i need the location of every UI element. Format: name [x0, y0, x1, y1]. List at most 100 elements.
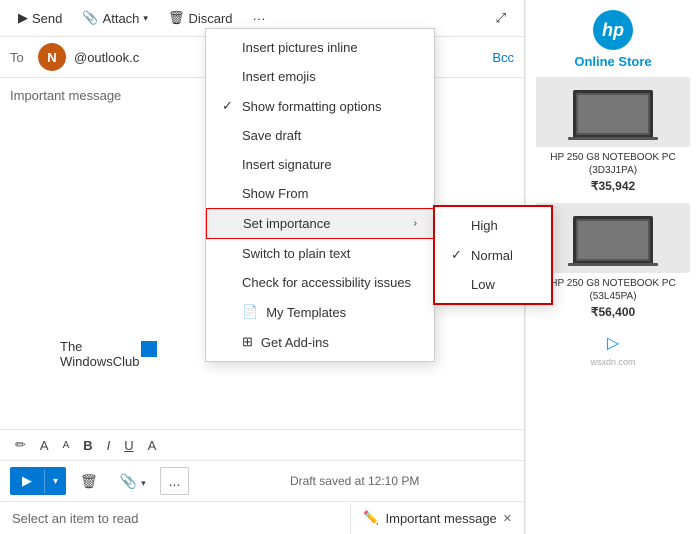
avatar: N: [38, 43, 66, 71]
popout-button[interactable]: ⤢: [488, 6, 514, 30]
menu-item-show-formatting[interactable]: ✓ Show formatting options: [206, 91, 434, 121]
discard-button[interactable]: 🗑 Discard: [160, 6, 241, 30]
app-container: ▶ Send 📎 Attach ▾ 🗑 Discard ··· ⤢ To: [0, 0, 700, 534]
high-label: High: [471, 218, 498, 233]
product-name-2: HP 250 G8 NOTEBOOK PC (53L45PA): [536, 277, 690, 303]
wc-name: WindowsClub: [60, 354, 139, 369]
save-draft-label: Save draft: [242, 128, 301, 143]
laptop-svg-2: [568, 211, 658, 266]
send-main[interactable]: ▶: [10, 467, 44, 495]
menu-item-my-templates[interactable]: 📄 My Templates: [206, 297, 434, 327]
no-check-8: [222, 246, 238, 261]
no-check-11: [222, 335, 238, 350]
no-check-6: [222, 186, 238, 201]
no-check-10: [222, 305, 238, 320]
draft-status: Draft saved at 12:10 PM: [195, 474, 514, 488]
submenu-item-low[interactable]: Low: [435, 270, 551, 299]
imp-tab-close-button[interactable]: ✕: [503, 512, 512, 525]
templates-icon: 📄: [242, 304, 258, 320]
attach-action-button[interactable]: 📎 ▾: [112, 468, 154, 495]
no-check-high: [451, 218, 467, 233]
send-button[interactable]: ▶ Send: [10, 6, 70, 30]
bcc-link[interactable]: Bcc: [492, 50, 514, 65]
select-item-label: Select an item to read: [0, 503, 351, 534]
product-card-1: HP 250 G8 NOTEBOOK PC (3D3J1PA) ₹35,942: [536, 77, 690, 193]
more-action-button[interactable]: ...: [160, 467, 190, 495]
my-templates-label: My Templates: [266, 305, 346, 320]
format-italic-button[interactable]: I: [102, 435, 116, 456]
format-color-button[interactable]: A: [143, 435, 162, 456]
no-check-9: [222, 275, 238, 290]
format-toolbar: ✏ A A B I U A: [0, 429, 524, 460]
no-check-low: [451, 277, 467, 292]
check-normal: ✓: [451, 247, 467, 263]
discard-label: Discard: [188, 11, 232, 26]
discard-icon: 🗑: [168, 10, 185, 26]
no-check-4: [222, 128, 238, 143]
attach-button[interactable]: 📎 Attach ▾: [74, 6, 156, 30]
attach-icon: 📎: [82, 10, 98, 26]
delete-action-button[interactable]: 🗑: [72, 468, 106, 495]
no-check-1: [222, 40, 238, 55]
imp-tab-icon: ✏️: [363, 510, 379, 526]
menu-item-insert-pictures[interactable]: Insert pictures inline: [206, 33, 434, 62]
submenu-item-high[interactable]: High: [435, 211, 551, 240]
product-img-2: [536, 203, 690, 273]
accessibility-label: Check for accessibility issues: [242, 275, 411, 290]
menu-item-get-addins[interactable]: ⊞ Get Add-ins: [206, 327, 434, 357]
set-importance-label: Set importance: [243, 216, 330, 231]
watermark: wsxdn.com: [590, 357, 635, 367]
more-icon: ···: [253, 11, 266, 26]
normal-label: Normal: [471, 248, 513, 263]
get-addins-label: Get Add-ins: [261, 335, 329, 350]
menu-item-switch-plain[interactable]: Switch to plain text: [206, 239, 434, 268]
laptop-svg-1: [568, 85, 658, 140]
send-icon: ▶: [18, 10, 28, 26]
no-check-2: [222, 69, 238, 84]
send-arrow-icon: ▶: [22, 473, 32, 489]
attach-label: Attach: [103, 11, 140, 26]
menu-item-save-draft[interactable]: Save draft: [206, 121, 434, 150]
toolbar-more-button[interactable]: ···: [245, 7, 274, 30]
product-card-2: HP 250 G8 NOTEBOOK PC (53L45PA) ₹56,400: [536, 203, 690, 319]
wc-blue-square: [141, 341, 157, 357]
no-check-7: [223, 216, 239, 231]
format-bold-button[interactable]: B: [78, 435, 97, 456]
ad-arrow[interactable]: ▷: [607, 333, 619, 353]
menu-item-set-importance[interactable]: Set importance › High ✓ Normal Low: [206, 208, 434, 239]
important-tab[interactable]: ✏️ Important message ✕: [351, 502, 524, 534]
show-formatting-label: Show formatting options: [242, 99, 381, 114]
popout-icon: ⤢: [496, 10, 506, 26]
product-name-1: HP 250 G8 NOTEBOOK PC (3D3J1PA): [536, 151, 690, 177]
format-pencil-button[interactable]: ✏: [10, 434, 31, 456]
online-store-label: Online Store: [574, 54, 651, 69]
hp-logo: hp: [593, 10, 633, 50]
menu-item-insert-signature[interactable]: Insert signature: [206, 150, 434, 179]
switch-plain-label: Switch to plain text: [242, 246, 350, 261]
imp-tab-label: Important message: [386, 511, 497, 526]
send-dropdown[interactable]: ▾: [44, 470, 66, 493]
send-label: Send: [32, 11, 62, 26]
dropdown-menu: Insert pictures inline Insert emojis ✓ S…: [205, 28, 435, 362]
menu-item-accessibility[interactable]: Check for accessibility issues: [206, 268, 434, 297]
product-price-2: ₹56,400: [536, 305, 690, 319]
submenu-arrow-icon: ›: [414, 218, 417, 229]
product-price-1: ₹35,942: [536, 179, 690, 193]
wc-the: The: [60, 339, 139, 354]
format-font-a2-button[interactable]: A: [58, 437, 75, 454]
show-from-label: Show From: [242, 186, 308, 201]
send-action-btn[interactable]: ▶ ▾: [10, 467, 66, 495]
importance-submenu: High ✓ Normal Low: [433, 205, 553, 305]
format-font-a-button[interactable]: A: [35, 435, 54, 456]
format-underline-button[interactable]: U: [119, 435, 138, 456]
wc-logo: The WindowsClub: [60, 339, 139, 369]
menu-item-show-from[interactable]: Show From: [206, 179, 434, 208]
hp-logo-text: hp: [602, 20, 624, 41]
dropdown-overlay: Insert pictures inline Insert emojis ✓ S…: [205, 28, 435, 362]
menu-item-insert-emojis[interactable]: Insert emojis: [206, 62, 434, 91]
insert-emojis-label: Insert emojis: [242, 69, 316, 84]
submenu-item-normal[interactable]: ✓ Normal: [435, 240, 551, 270]
low-label: Low: [471, 277, 495, 292]
check-3: ✓: [222, 98, 238, 114]
addins-icon: ⊞: [242, 334, 253, 350]
